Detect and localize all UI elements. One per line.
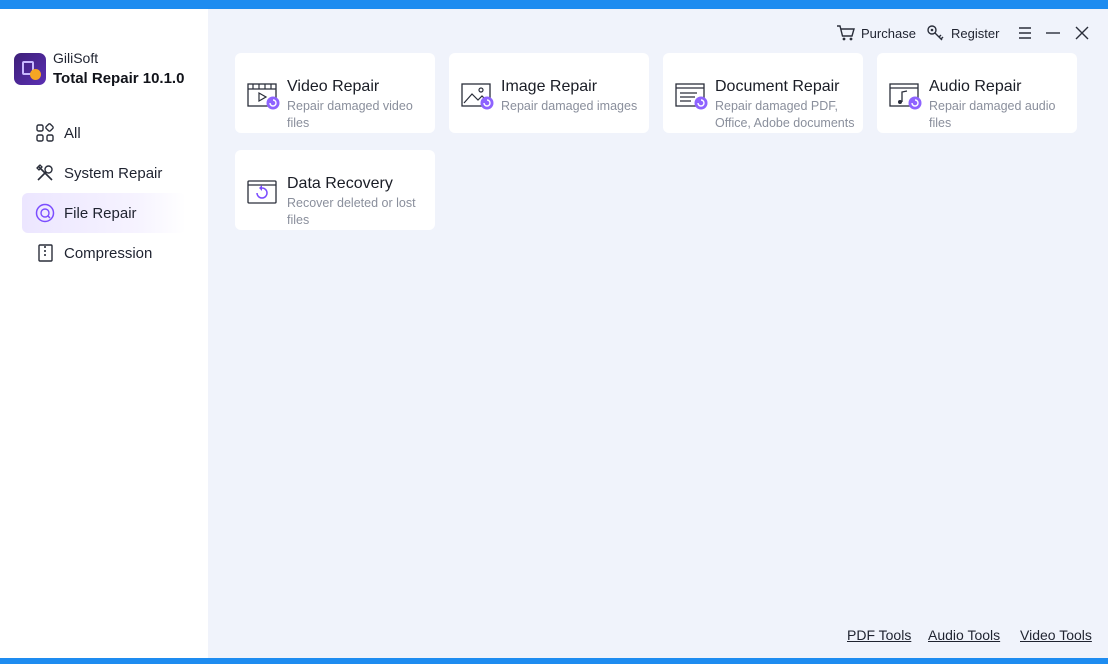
card-audio-repair[interactable]: Audio Repair Repair damaged audio files — [877, 53, 1077, 133]
sidebar-item-label: Compression — [64, 244, 153, 262]
close-icon[interactable] — [1072, 23, 1092, 43]
sidebar-item-label: All — [64, 124, 81, 142]
key-icon — [927, 25, 944, 41]
card-description: Repair damaged PDF, Office, Adobe docume… — [715, 99, 855, 130]
tools-icon — [36, 164, 53, 181]
zip-file-icon — [38, 244, 53, 262]
card-title: Data Recovery — [287, 175, 393, 192]
card-description: Repair damaged video files — [287, 99, 413, 130]
main-content: Purchase Register Video Repair Repair da… — [208, 9, 1108, 658]
footer-link-pdf-tools[interactable]: PDF Tools — [847, 627, 911, 643]
purchase-label: Purchase — [861, 25, 916, 41]
menu-icon[interactable] — [1015, 23, 1035, 43]
card-description: Repair damaged images — [501, 99, 638, 113]
card-description: Repair damaged audio files — [929, 99, 1056, 130]
sidebar-item-label: System Repair — [64, 164, 163, 182]
sidebar: GiliSoft Total Repair 10.1.0 All System … — [0, 9, 208, 658]
product-name: Total Repair 10.1.0 — [53, 70, 185, 87]
card-data-recovery[interactable]: Data Recovery Recover deleted or lost fi… — [235, 150, 435, 230]
sidebar-item-all[interactable]: All — [22, 113, 186, 153]
register-label: Register — [951, 25, 1000, 41]
card-title: Image Repair — [501, 78, 598, 95]
app-window: GiliSoft Total Repair 10.1.0 All System … — [0, 9, 1108, 658]
app-logo-icon — [14, 53, 46, 85]
minimize-icon[interactable] — [1043, 23, 1063, 43]
footer-link-audio-tools[interactable]: Audio Tools — [928, 627, 1000, 643]
file-repair-icon — [35, 203, 55, 223]
audio-repair-icon — [889, 83, 922, 110]
card-video-repair[interactable]: Video Repair Repair damaged video files — [235, 53, 435, 133]
video-repair-icon — [247, 83, 280, 110]
sidebar-item-system-repair[interactable]: System Repair — [22, 153, 186, 193]
sidebar-item-file-repair[interactable]: File Repair — [22, 193, 186, 233]
card-document-repair[interactable]: Document Repair Repair damaged PDF, Offi… — [663, 53, 863, 133]
grid-icon — [36, 123, 54, 142]
image-repair-icon — [461, 83, 494, 110]
footer-link-video-tools[interactable]: Video Tools — [1020, 627, 1092, 643]
sidebar-item-label: File Repair — [64, 204, 137, 222]
sidebar-item-compression[interactable]: Compression — [22, 233, 186, 273]
card-title: Document Repair — [715, 78, 840, 95]
card-title: Video Repair — [287, 78, 380, 95]
brand-name: GiliSoft — [53, 50, 99, 66]
purchase-button[interactable]: Purchase — [836, 23, 916, 43]
card-title: Audio Repair — [929, 78, 1022, 95]
data-recovery-icon — [247, 180, 277, 204]
register-button[interactable]: Register — [926, 23, 999, 43]
document-repair-icon — [675, 83, 708, 110]
card-image-repair[interactable]: Image Repair Repair damaged images — [449, 53, 649, 133]
card-description: Recover deleted or lost files — [287, 196, 416, 227]
cart-icon — [837, 25, 855, 41]
